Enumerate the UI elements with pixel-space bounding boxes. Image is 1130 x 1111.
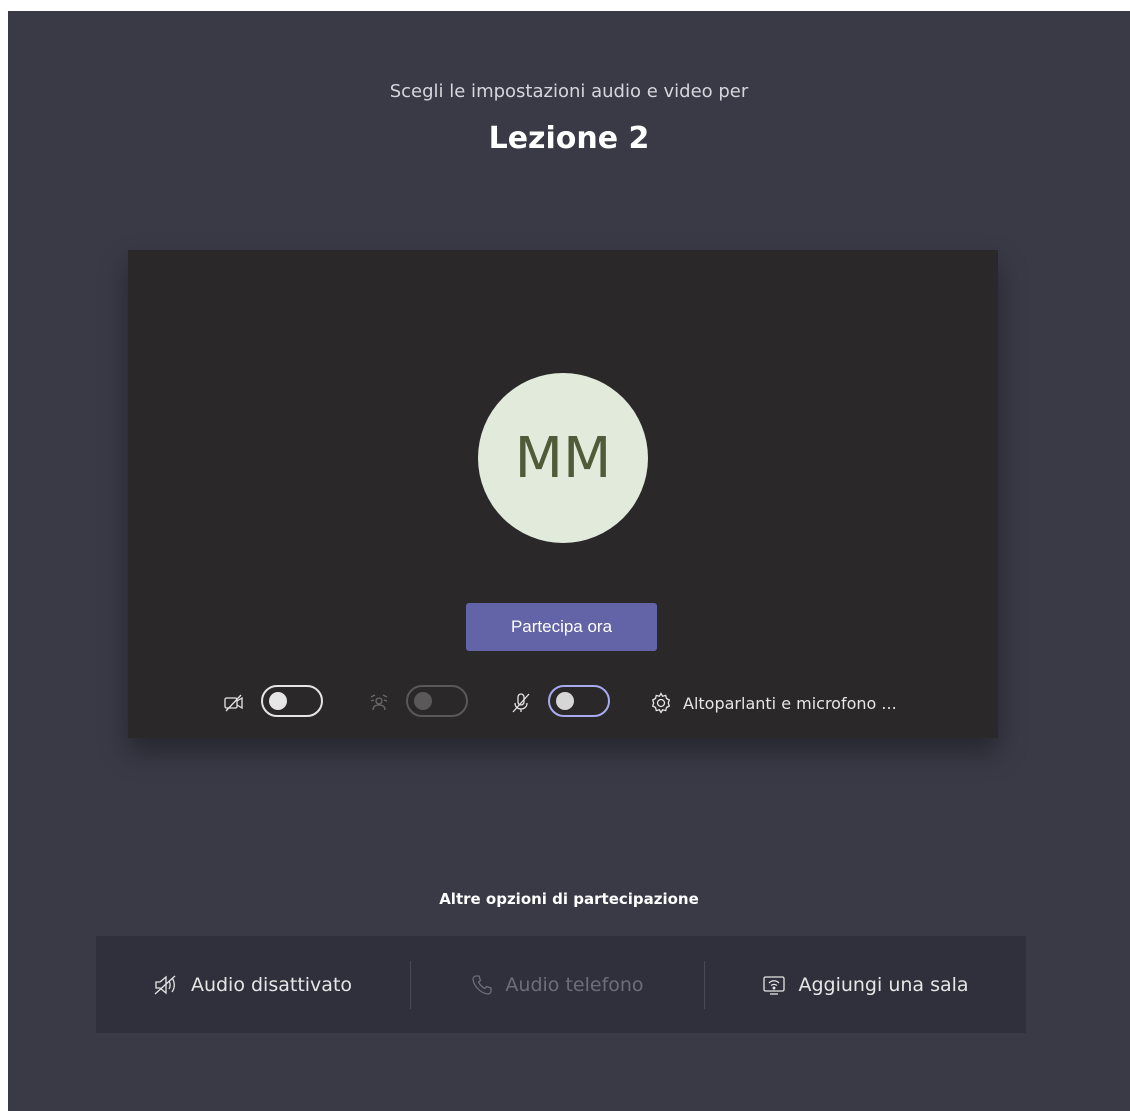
background-blur-toggle-knob: [414, 692, 432, 710]
camera-toggle[interactable]: [261, 685, 323, 717]
prejoin-screen: Scegli le impostazioni audio e video per…: [8, 11, 1130, 1111]
device-settings-label: Altoparlanti e microfono ...: [683, 693, 897, 713]
other-options-heading: Altre opzioni di partecipazione: [439, 890, 699, 908]
microphone-toggle-knob: [556, 692, 574, 710]
add-room-option[interactable]: Aggiungi una sala: [705, 936, 1026, 1033]
audio-off-label: Audio disattivato: [190, 973, 353, 996]
speaker-off-icon: [154, 975, 176, 994]
camera-toggle-knob: [269, 692, 287, 710]
camera-off-icon: [223, 692, 245, 714]
background-blur-toggle[interactable]: [406, 685, 468, 717]
room-cast-icon: [763, 975, 786, 995]
mic-off-icon: [510, 692, 532, 714]
gear-icon: [651, 692, 671, 714]
add-room-label: Aggiungi una sala: [798, 973, 969, 996]
device-controls: Altoparlanti e microfono ...: [128, 683, 998, 723]
phone-audio-label: Audio telefono: [505, 973, 644, 996]
settings-subtitle: Scegli le impostazioni audio e video per: [389, 81, 749, 102]
video-preview: MM Partecipa ora Altoparlanti e microfon…: [128, 250, 998, 738]
meeting-title: Lezione 2: [488, 121, 650, 156]
phone-audio-option[interactable]: Audio telefono: [411, 936, 704, 1033]
join-options-bar: Audio disattivato Audio telefono Aggiung…: [96, 936, 1026, 1033]
join-now-button[interactable]: Partecipa ora: [466, 603, 657, 651]
device-settings-link[interactable]: Altoparlanti e microfono ...: [649, 688, 897, 718]
microphone-toggle[interactable]: [548, 685, 610, 717]
background-blur-icon: [368, 692, 390, 714]
avatar: MM: [478, 373, 648, 543]
phone-icon: [472, 974, 493, 995]
audio-off-option[interactable]: Audio disattivato: [96, 936, 409, 1033]
